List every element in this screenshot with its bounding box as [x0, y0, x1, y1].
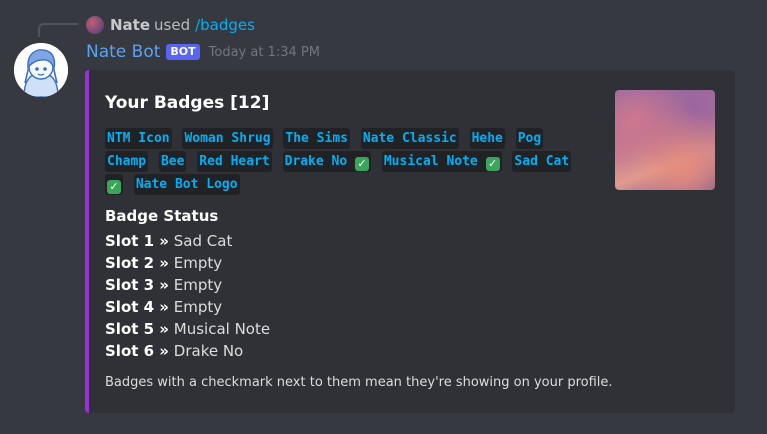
embed-footer: Badges with a checkmark next to them mea… [105, 375, 613, 390]
badge-item: Nate Classic [360, 128, 459, 149]
badge-item: Drake No ✓ [282, 151, 372, 172]
slot-row: Slot 4 » Empty [105, 298, 223, 316]
badge-item: Nate Bot Logo [133, 174, 240, 195]
slot-row: Slot 2 » Empty [105, 254, 223, 272]
bot-tag: BOT [166, 44, 200, 60]
checkmark-icon: ✓ [107, 180, 121, 194]
bot-username[interactable]: Nate Bot [86, 42, 160, 62]
message-header: Nate Bot BOT Today at 1:34 PM [86, 42, 320, 62]
reply-username[interactable]: Nate [110, 16, 150, 34]
embed-thumbnail[interactable] [615, 90, 715, 190]
slot-list: Slot 1 » Sad Cat Slot 2 » Empty Slot 3 »… [105, 230, 270, 362]
badge-item: The Sims [283, 128, 350, 149]
embed-title: Your Badges [12] [105, 93, 270, 113]
slot-row: Slot 5 » Musical Note [105, 320, 271, 338]
checkmark-icon: ✓ [485, 157, 500, 171]
command-reply-header: Nate used /badges [86, 14, 255, 36]
badges-embed: Your Badges [12] NTM Icon Woman Shrug Th… [85, 70, 735, 413]
slot-row: Slot 6 » Drake No [105, 342, 244, 360]
slot-row: Slot 1 » Sad Cat [105, 232, 233, 250]
slot-row: Slot 3 » Empty [105, 276, 223, 294]
badge-item: NTM Icon [105, 128, 172, 149]
badge-item: Red Heart [197, 151, 272, 172]
bot-avatar[interactable] [14, 43, 68, 97]
reply-connector [38, 23, 78, 37]
anime-character-avatar-icon [14, 43, 68, 97]
reply-action: used [154, 16, 191, 34]
reply-command[interactable]: /badges [195, 16, 255, 34]
badge-item: Bee [158, 151, 187, 172]
checkmark-icon: ✓ [355, 157, 370, 171]
badge-status-heading: Badge Status [105, 207, 219, 225]
reply-avatar[interactable] [86, 16, 104, 34]
badge-item: Hehe [469, 128, 505, 149]
badge-list: NTM Icon Woman Shrug The Sims Nate Class… [105, 127, 591, 196]
message-timestamp[interactable]: Today at 1:34 PM [209, 45, 320, 60]
badge-item: Woman Shrug [182, 128, 273, 149]
badge-item: Musical Note ✓ [381, 151, 502, 172]
